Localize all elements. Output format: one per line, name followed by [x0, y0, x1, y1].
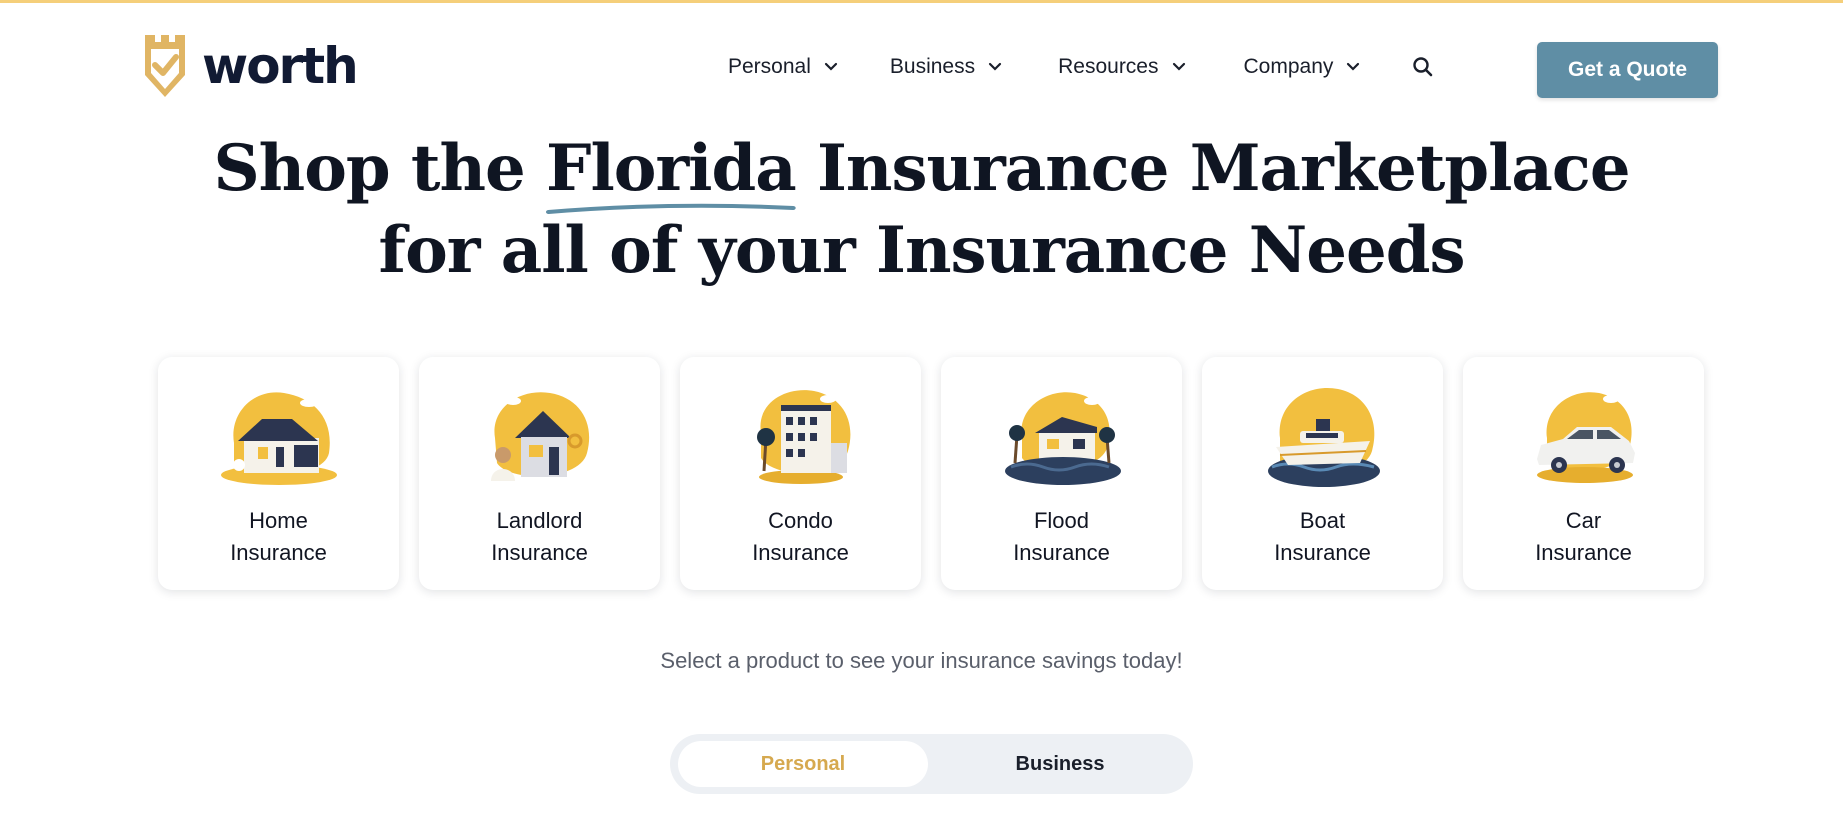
product-card-home[interactable]: Home Insurance	[158, 357, 399, 590]
hero-highlight-text: Florida	[546, 131, 797, 206]
product-name: Condo	[768, 508, 833, 533]
nav-personal[interactable]: Personal	[728, 55, 838, 79]
house-icon	[220, 392, 337, 485]
nav-label: Personal	[728, 55, 811, 78]
shield-check-logo-icon	[145, 35, 185, 97]
hero-heading: Shop the Florida Insurance Marketplace f…	[0, 128, 1843, 292]
product-card-boat[interactable]: Boat Insurance	[1202, 357, 1443, 590]
get-a-quote-button[interactable]: Get a Quote	[1537, 42, 1718, 98]
nav-company[interactable]: Company	[1244, 55, 1361, 79]
hero-line-1: Shop the Florida Insurance Marketplace	[0, 128, 1843, 214]
product-type: Insurance	[1535, 540, 1632, 565]
logo-wordmark: worth	[202, 37, 359, 95]
chevron-down-icon	[1172, 62, 1185, 71]
site-header: worth Personal Business Resources Compan…	[0, 3, 1843, 135]
car-icon	[1536, 392, 1635, 483]
product-card-condo[interactable]: Condo Insurance	[680, 357, 921, 590]
product-label: Home Insurance	[230, 505, 327, 569]
product-select-hint: Select a product to see your insurance s…	[660, 648, 1183, 673]
hero-text: Shop the	[213, 131, 546, 206]
main-nav: Personal Business Resources Company	[728, 55, 1434, 79]
hero-line-2: for all of your Insurance Needs	[378, 213, 1466, 288]
nav-label: Business	[889, 55, 976, 78]
product-type: Insurance	[1274, 540, 1371, 565]
hero-highlight: Florida	[546, 128, 797, 214]
chevron-down-icon	[824, 62, 837, 71]
boat-icon	[1267, 387, 1380, 487]
hero-text: Insurance Marketplace	[795, 131, 1631, 206]
underline-swoosh	[546, 203, 796, 214]
product-label: Car Insurance	[1535, 505, 1632, 569]
nav-label: Resources	[1058, 55, 1159, 78]
landlord-icon	[490, 392, 589, 481]
condo-building-icon	[756, 390, 850, 484]
flooded-house-icon	[1004, 392, 1121, 485]
product-type: Insurance	[230, 540, 327, 565]
product-label: Boat Insurance	[1274, 505, 1371, 569]
product-card-landlord[interactable]: Landlord Insurance	[419, 357, 660, 590]
product-name: Home	[249, 508, 308, 533]
toggle-personal[interactable]: Personal	[678, 741, 928, 787]
nav-label: Company	[1243, 55, 1334, 78]
product-card-car[interactable]: Car Insurance	[1463, 357, 1704, 590]
nav-business[interactable]: Business	[890, 55, 1002, 79]
product-type: Insurance	[491, 540, 588, 565]
personal-business-toggle: Personal Business	[670, 734, 1193, 794]
product-type: Insurance	[1013, 540, 1110, 565]
product-name: Flood	[1033, 508, 1090, 533]
product-name: Landlord	[496, 508, 583, 533]
product-name: Car	[1565, 508, 1602, 533]
toggle-business[interactable]: Business	[935, 741, 1185, 787]
search-icon[interactable]	[1412, 56, 1434, 78]
product-type: Insurance	[752, 540, 849, 565]
product-cards: Home Insurance Landlord Insurance Condo …	[158, 357, 1704, 590]
nav-resources[interactable]: Resources	[1058, 55, 1185, 79]
product-name: Boat	[1299, 508, 1346, 533]
product-label: Flood Insurance	[1013, 505, 1110, 569]
product-label: Landlord Insurance	[491, 505, 588, 569]
product-label: Condo Insurance	[752, 505, 849, 569]
chevron-down-icon	[1347, 62, 1360, 71]
product-card-flood[interactable]: Flood Insurance	[941, 357, 1182, 590]
logo[interactable]: worth	[142, 33, 359, 99]
chevron-down-icon	[989, 62, 1002, 71]
